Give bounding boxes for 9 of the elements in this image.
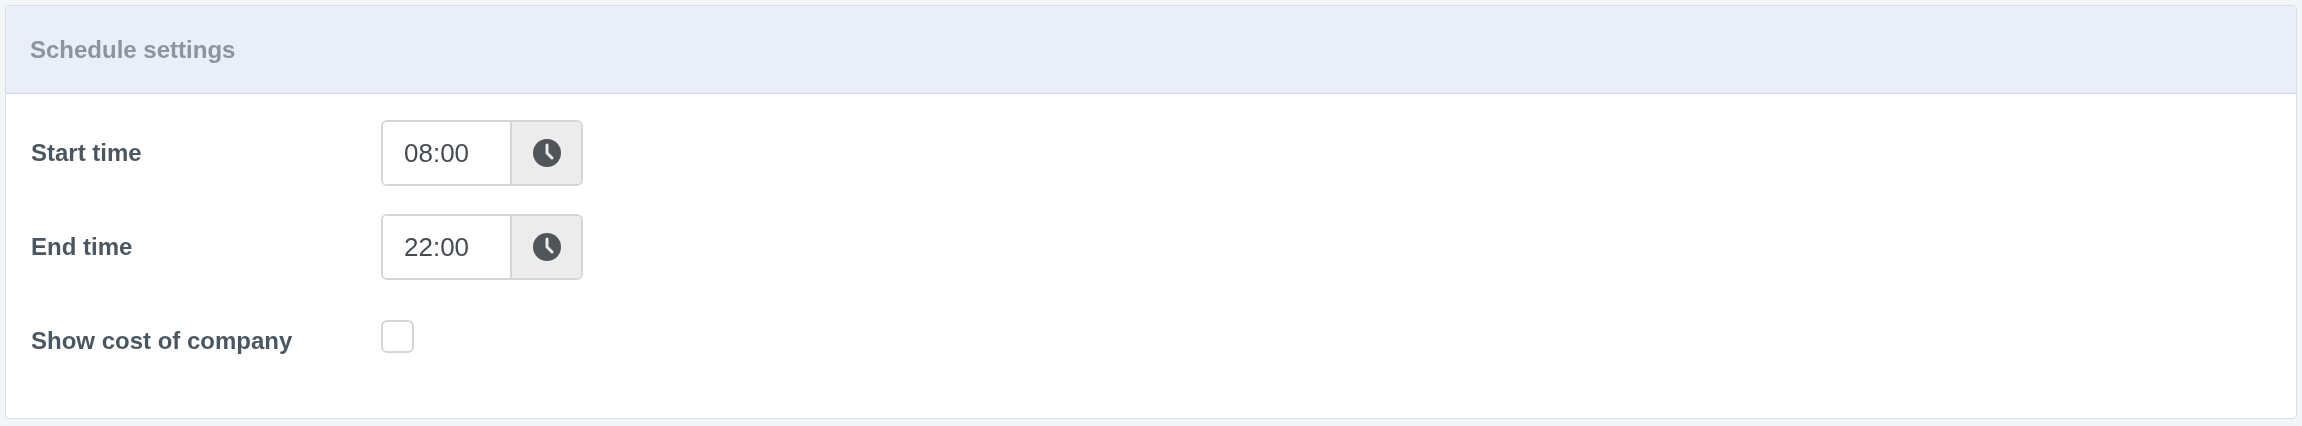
field-label: End time <box>31 232 134 262</box>
field-label: Show cost of company <box>31 326 294 356</box>
panel-title: Schedule settings <box>30 34 236 65</box>
checkbox[interactable] <box>381 320 414 353</box>
clock-icon <box>531 138 562 168</box>
field-label: Start time <box>31 138 143 168</box>
clock-icon <box>531 232 562 262</box>
time-input[interactable]: 08:00 <box>381 120 583 186</box>
time-input[interactable]: 22:00 <box>381 214 583 280</box>
